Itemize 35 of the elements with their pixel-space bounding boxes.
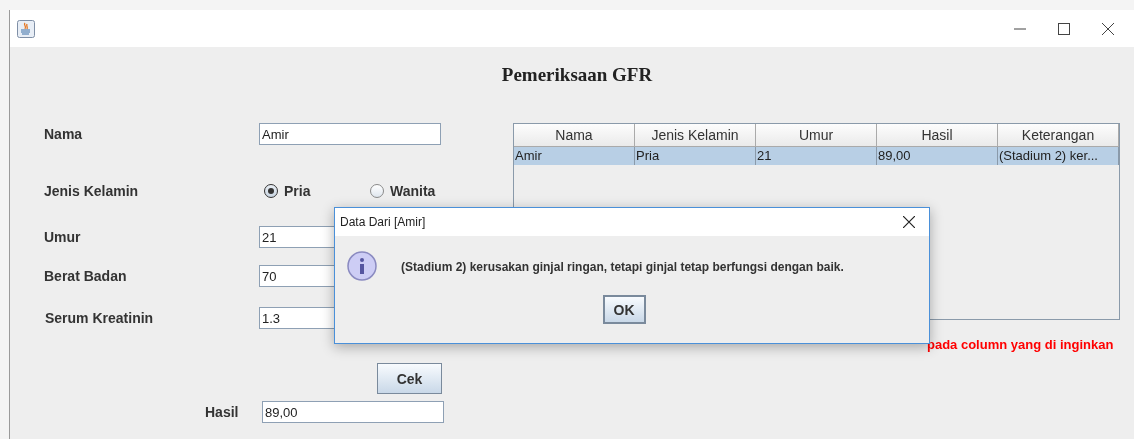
field-label: Umur (44, 229, 82, 245)
table-cell: Pria (635, 147, 756, 165)
column-header[interactable]: Keterangan (998, 124, 1119, 147)
name-field[interactable]: Amir (259, 123, 441, 145)
column-header[interactable]: Hasil (877, 124, 998, 147)
check-button[interactable]: Cek (377, 363, 442, 394)
hint-text: pada column yang di inginkan (927, 337, 1114, 352)
ok-button[interactable]: OK (602, 295, 646, 324)
result-field[interactable]: 89,00 (262, 401, 444, 423)
close-icon[interactable] (1102, 22, 1114, 35)
table-cell: (Stadium 2) ker... (998, 147, 1119, 165)
radio-button[interactable]: Pria (259, 183, 370, 199)
close-icon[interactable] (903, 216, 915, 228)
field-label: Berat Badan (44, 268, 128, 284)
field-label: Serum Kreatinin (44, 310, 155, 326)
info-icon (347, 251, 379, 283)
radio-indicator[interactable] (264, 184, 278, 198)
field-label: Jenis Kelamin (44, 183, 140, 199)
dialog-title: Data Dari [Amir] (340, 215, 426, 229)
field-label: Nama (44, 126, 84, 142)
maximize-icon[interactable] (1058, 22, 1070, 35)
form-heading: Pemeriksaan GFR (501, 64, 653, 86)
table-row[interactable]: Amir Pria 21 89,00 (Stadium 2) ker... (514, 147, 1119, 165)
field-label: Hasil (205, 404, 240, 420)
radio-indicator[interactable] (370, 184, 384, 198)
column-header[interactable]: Jenis Kelamin (635, 124, 756, 147)
table-cell: 89,00 (877, 147, 998, 165)
radio-button[interactable]: Wanita (370, 183, 436, 199)
minimize-icon[interactable] (1014, 27, 1026, 30)
dialog-message: (Stadium 2) kerusakan ginjal ringan, tetapi ginjal tetap berfungsi dengan baik. (401, 260, 844, 274)
cup-icon (17, 19, 35, 38)
table-cell: 21 (756, 147, 877, 165)
column-header[interactable]: Nama (514, 124, 635, 147)
table-cell: Amir (514, 147, 635, 165)
column-header[interactable]: Umur (756, 124, 877, 147)
